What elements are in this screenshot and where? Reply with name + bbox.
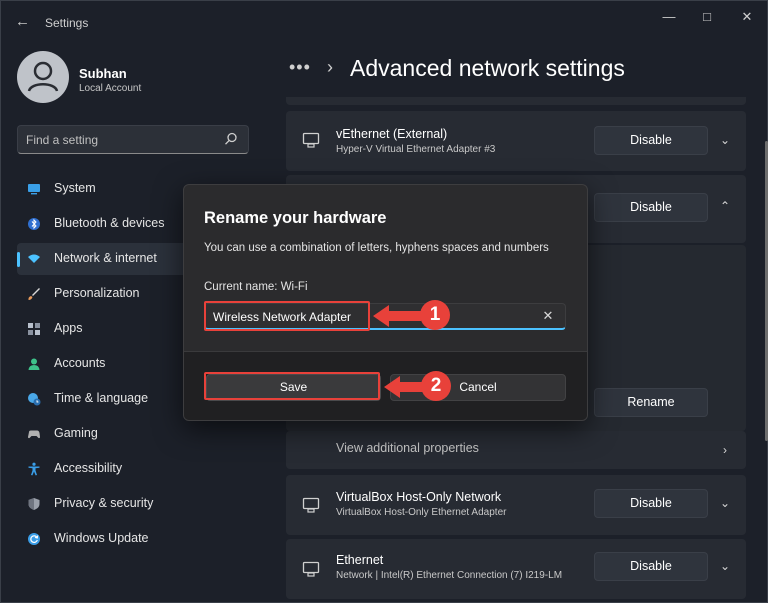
adapter-name: Ethernet (336, 553, 384, 567)
accessibility-icon (28, 462, 40, 476)
person-avatar-icon (27, 61, 59, 92)
shield-icon (28, 498, 40, 510)
disable-button[interactable]: Disable (594, 552, 708, 581)
sidebar-item-label: System (54, 181, 96, 195)
adapter-card-virtualbox: VirtualBox Host-Only Network VirtualBox … (286, 475, 746, 535)
minimize-button[interactable]: — (649, 7, 689, 27)
apps-icon (28, 323, 40, 335)
chevron-right-icon: › (723, 443, 727, 457)
rename-button[interactable]: Rename (594, 388, 708, 417)
chevron-down-icon[interactable]: ⌄ (718, 559, 732, 573)
person-icon (28, 358, 40, 370)
dialog-title: Rename your hardware (204, 209, 387, 227)
clear-icon[interactable]: ✕ (541, 309, 555, 323)
sidebar-item-label: Gaming (54, 426, 98, 440)
adapter-description: Network | Intel(R) Ethernet Connection (… (336, 570, 563, 581)
disable-button[interactable]: Disable (594, 489, 708, 518)
chevron-up-icon[interactable]: ⌃ (718, 199, 732, 213)
wifi-icon (28, 254, 40, 263)
sidebar-item-label: Privacy & security (54, 496, 154, 510)
adapter-name: VirtualBox Host-Only Network (336, 490, 502, 504)
disable-button[interactable]: Disable (594, 193, 708, 222)
breadcrumb-more-button[interactable]: ••• (289, 57, 311, 78)
sidebar-item-accessibility[interactable]: Accessibility (17, 453, 275, 485)
callout-number-1: 1 (420, 300, 450, 330)
sidebar-item-label: Accessibility (54, 461, 123, 475)
app-title: Settings (45, 16, 89, 30)
search-input[interactable] (26, 131, 216, 148)
input-highlight-box (204, 301, 370, 331)
account-type: Local Account (79, 83, 142, 94)
save-highlight-box (204, 372, 380, 400)
monitor-icon (28, 184, 40, 195)
title-bar: ← Settings — □ ✕ (1, 1, 768, 45)
search-box[interactable] (17, 125, 249, 154)
settings-window: ← Settings — □ ✕ Subhan Local Account Sy… (0, 0, 768, 603)
sidebar-item-label: Personalization (54, 286, 140, 300)
close-button[interactable]: ✕ (727, 7, 767, 27)
network-adapter-icon (302, 132, 320, 148)
adapter-description: Hyper-V Virtual Ethernet Adapter #3 (336, 144, 496, 155)
brush-icon (28, 288, 40, 300)
sidebar-item-label: Apps (54, 321, 83, 335)
adapter-card-ethernet: Ethernet Network | Intel(R) Ethernet Con… (286, 539, 746, 599)
disable-button[interactable]: Disable (594, 126, 708, 155)
sidebar-item-label: Time & language (54, 391, 149, 405)
bluetooth-icon (28, 218, 40, 230)
network-adapter-icon (302, 497, 320, 513)
adapter-card-vethernet: vEthernet (External) Hyper-V Virtual Eth… (286, 111, 746, 171)
avatar[interactable] (17, 51, 69, 103)
view-properties-link[interactable]: View additional properties (336, 441, 479, 455)
dialog-description: You can use a combination of letters, hy… (204, 242, 549, 254)
maximize-button[interactable]: □ (687, 7, 727, 27)
adapter-description: VirtualBox Host-Only Ethernet Adapter (336, 507, 507, 518)
current-name-label: Current name: Wi-Fi (204, 281, 308, 293)
search-icon[interactable] (224, 132, 238, 146)
network-adapter-icon (302, 561, 320, 577)
sidebar-item-label: Windows Update (54, 531, 149, 545)
back-arrow-icon[interactable]: ← (15, 14, 31, 30)
sidebar-item-gaming[interactable]: Gaming (17, 418, 275, 450)
callout-number-2: 2 (421, 371, 451, 401)
sidebar-item-label: Bluetooth & devices (54, 216, 165, 230)
adapter-name: vEthernet (External) (336, 127, 448, 141)
chevron-down-icon[interactable]: ⌄ (718, 133, 732, 147)
previous-card-edge (286, 97, 746, 105)
update-icon (28, 533, 40, 545)
sidebar-item-windows-update[interactable]: Windows Update (17, 523, 275, 555)
sidebar-item-label: Network & internet (54, 251, 157, 265)
user-name: Subhan (79, 66, 127, 81)
breadcrumb-chevron-icon: › (327, 57, 333, 77)
sidebar-item-label: Accounts (54, 356, 106, 370)
globe-clock-icon (28, 393, 41, 406)
gamepad-icon (28, 430, 40, 439)
page-title: Advanced network settings (350, 55, 625, 81)
sidebar-item-privacy[interactable]: Privacy & security (17, 488, 275, 520)
chevron-down-icon[interactable]: ⌄ (718, 496, 732, 510)
